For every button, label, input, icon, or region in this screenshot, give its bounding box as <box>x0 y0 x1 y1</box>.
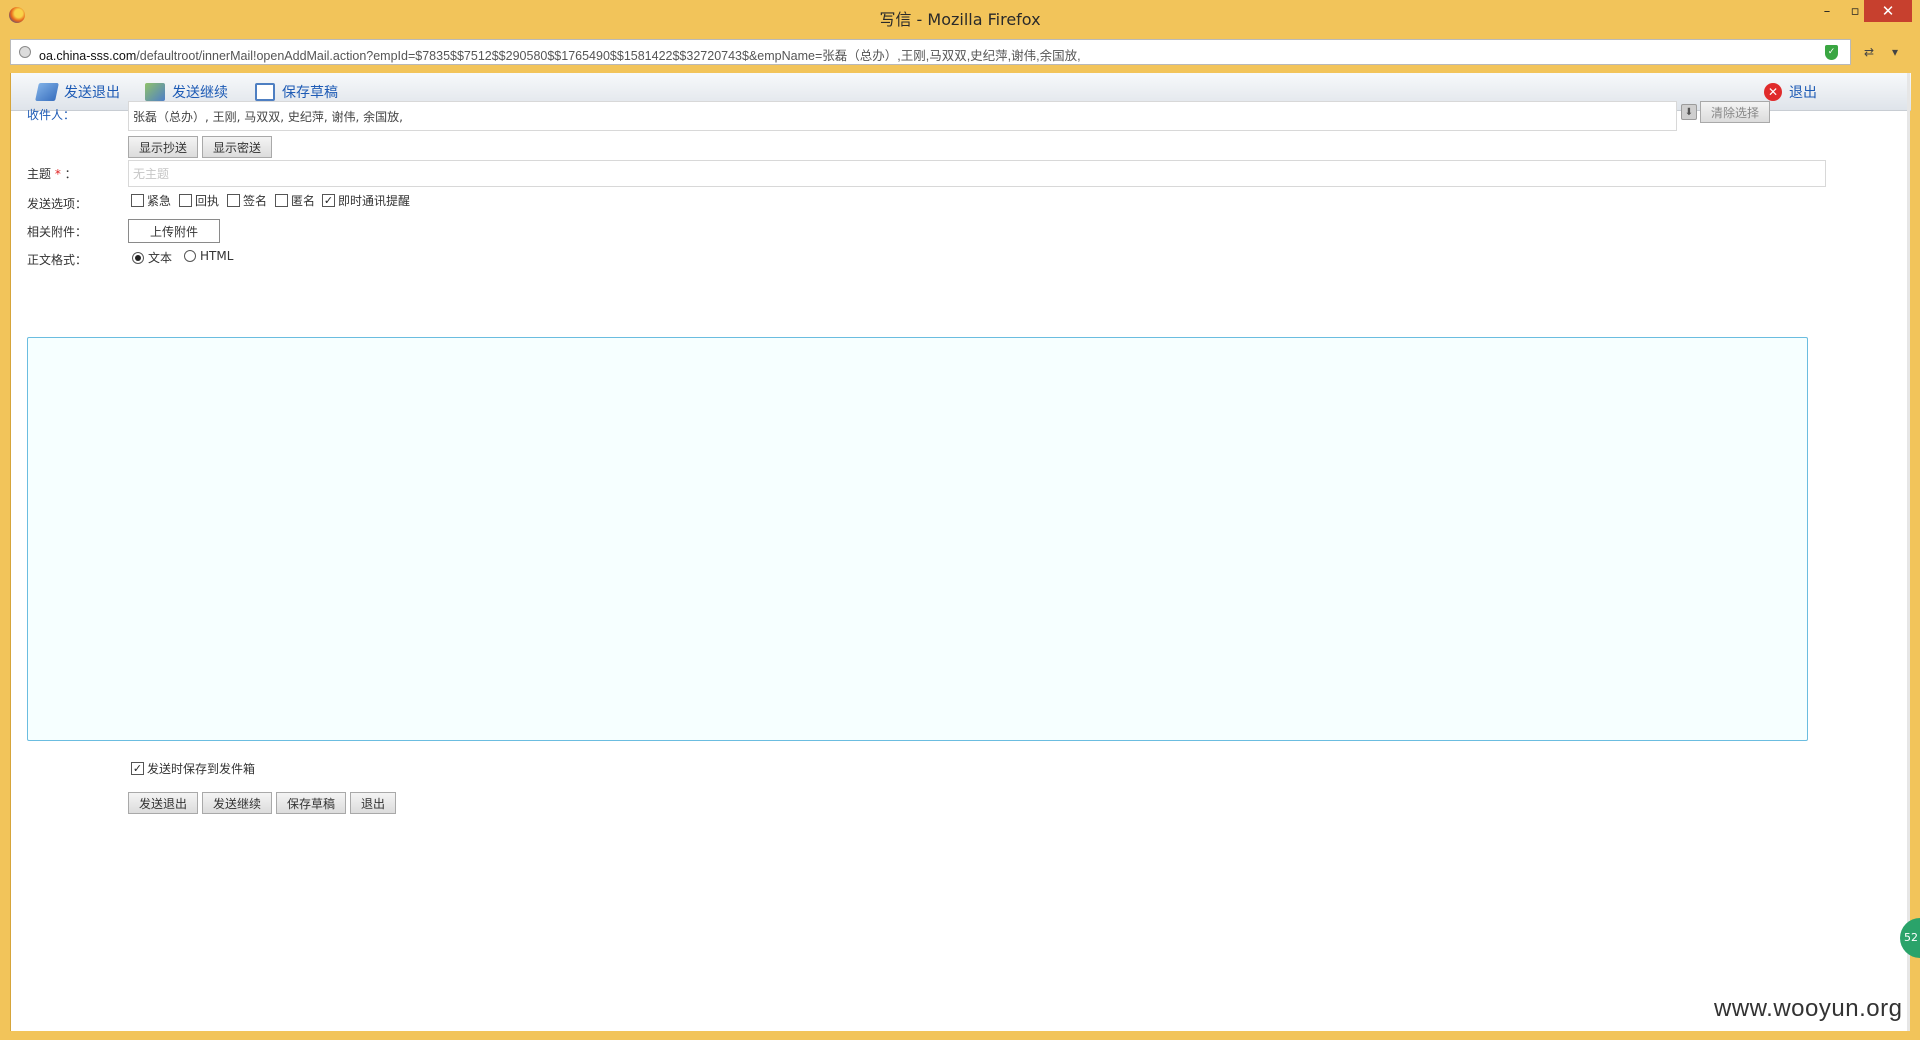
exit-label: 退出 <box>1789 85 1817 101</box>
save-draft-label: 保存草稿 <box>282 85 338 101</box>
browser-window: 写信 - Mozilla Firefox – ▫ ✕ oa.china-sss.… <box>0 0 1920 1040</box>
url-bar[interactable]: oa.china-sss.com/defaultroot/innerMail!o… <box>10 39 1851 65</box>
close-button[interactable]: ✕ <box>1864 0 1912 22</box>
url-path: /defaultroot/innerMail!openAddMail.actio… <box>136 49 1081 63</box>
im-reminder-label: 即时通讯提醒 <box>338 194 411 208</box>
bottom-send-continue-button[interactable]: 发送继续 <box>202 792 272 814</box>
receipt-checkbox[interactable] <box>179 194 192 207</box>
send-exit-button[interactable]: 发送退出 <box>35 82 120 102</box>
required-marker: * <box>54 167 61 181</box>
window-title: 写信 - Mozilla Firefox <box>879 10 1041 29</box>
option-signature[interactable]: 签名 <box>227 192 267 209</box>
format-html-radio[interactable] <box>184 250 196 262</box>
format-html-label: HTML <box>200 249 234 263</box>
format-text-option[interactable]: 文本 <box>132 249 172 266</box>
recipient-field[interactable]: 张磊（总办）, 王刚, 马双双, 史纪萍, 谢伟, 余国放, <box>128 101 1677 131</box>
option-im-reminder[interactable]: ✓ 即时通讯提醒 <box>322 192 410 209</box>
globe-icon <box>19 46 31 58</box>
recipient-value: 张磊（总办）, 王刚, 马双双, 史纪萍, 谢伟, 余国放, <box>133 109 403 124</box>
upload-attachment-button[interactable]: 上传附件 <box>128 219 220 243</box>
subject-label: 主题 * ： <box>27 165 77 182</box>
send-continue-label: 发送继续 <box>172 85 228 101</box>
clear-selection-button[interactable]: 清除选择 <box>1700 101 1770 123</box>
save-to-sent-option[interactable]: ✓ 发送时保存到发件箱 <box>131 760 255 777</box>
bottom-exit-button[interactable]: 退出 <box>350 792 396 814</box>
subject-label-colon: ： <box>64 167 77 181</box>
signature-checkbox[interactable] <box>227 194 240 207</box>
attachment-label: 相关附件： <box>27 225 88 239</box>
minimize-button[interactable]: – <box>1817 0 1837 22</box>
url-text[interactable]: oa.china-sss.com/defaultroot/innerMail!o… <box>39 45 1081 64</box>
maximize-button[interactable]: ▫ <box>1845 0 1865 22</box>
menu-dropdown-icon[interactable]: ▾ <box>1892 45 1898 59</box>
shield-icon[interactable]: ✓ <box>1825 45 1838 60</box>
anonymous-label: 匿名 <box>291 194 316 208</box>
right-edge <box>1907 73 1910 1031</box>
option-urgent[interactable]: 紧急 <box>131 192 171 209</box>
send-options-label: 发送选项： <box>27 197 88 211</box>
save-to-sent-label: 发送时保存到发件箱 <box>147 762 256 776</box>
recipient-label[interactable]: 收件人： <box>27 106 75 123</box>
subject-placeholder: 无主题 <box>133 167 170 181</box>
signature-label: 签名 <box>243 194 268 208</box>
option-anonymous[interactable]: 匿名 <box>275 192 315 209</box>
close-circle-icon: ✕ <box>1764 83 1782 101</box>
format-html-option[interactable]: HTML <box>184 249 233 263</box>
page-content: 发送退出 发送继续 保存草稿 ✕ 退出 收件人： 张磊（总办）, 王刚, 马双双… <box>10 73 1911 1031</box>
format-text-radio[interactable] <box>132 251 144 264</box>
send-icon <box>35 83 59 101</box>
save-to-sent-checkbox[interactable]: ✓ <box>131 762 144 775</box>
exit-button[interactable]: ✕ 退出 <box>1764 82 1817 102</box>
download-arrow-icon[interactable]: ⬇ <box>1681 104 1697 120</box>
title-bar: 写信 - Mozilla Firefox – ▫ ✕ <box>0 0 1920 31</box>
send-continue-icon <box>145 83 165 101</box>
receipt-label: 回执 <box>195 194 220 208</box>
option-receipt[interactable]: 回执 <box>179 192 219 209</box>
urgent-label: 紧急 <box>147 194 172 208</box>
im-reminder-checkbox[interactable]: ✓ <box>322 194 335 207</box>
save-draft-button[interactable]: 保存草稿 <box>255 82 338 102</box>
bottom-send-exit-button[interactable]: 发送退出 <box>128 792 198 814</box>
send-exit-label: 发送退出 <box>64 85 120 101</box>
show-bcc-button[interactable]: 显示密送 <box>202 136 272 158</box>
extension-icon[interactable]: ⇄ <box>1864 45 1874 59</box>
body-editor[interactable] <box>27 337 1808 741</box>
save-icon <box>255 83 275 101</box>
show-cc-button[interactable]: 显示抄送 <box>128 136 198 158</box>
anonymous-checkbox[interactable] <box>275 194 288 207</box>
bottom-save-draft-button[interactable]: 保存草稿 <box>276 792 346 814</box>
url-host: oa.china-sss.com <box>39 49 137 63</box>
body-format-label: 正文格式： <box>27 253 88 267</box>
watermark: www.wooyun.org <box>1714 995 1903 1022</box>
subject-input[interactable]: 无主题 <box>128 160 1826 187</box>
subject-label-text: 主题 <box>27 167 52 181</box>
send-continue-button[interactable]: 发送继续 <box>145 82 228 102</box>
format-text-label: 文本 <box>148 251 173 265</box>
urgent-checkbox[interactable] <box>131 194 144 207</box>
